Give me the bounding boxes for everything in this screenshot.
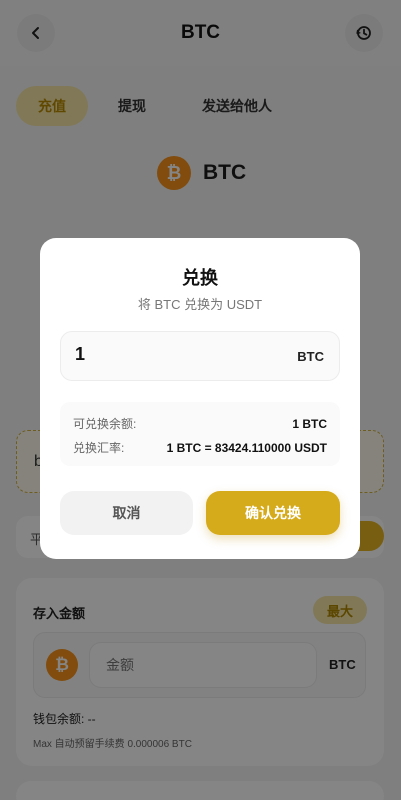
exchange-rate-value: 1 BTC = 83424.110000 USDT xyxy=(166,441,327,455)
available-balance-value: 1 BTC xyxy=(292,417,327,431)
exchange-modal: 兑换 将 BTC 兑换为 USDT 1 BTC 可兑换余额: 1 BTC 兑换汇… xyxy=(40,238,360,559)
cancel-button[interactable]: 取消 xyxy=(60,491,193,535)
exchange-rate-label: 兑换汇率: xyxy=(73,441,125,455)
available-balance-label: 可兑换余额: xyxy=(73,417,137,431)
confirm-exchange-button[interactable]: 确认兑换 xyxy=(206,491,340,535)
modal-subtitle: 将 BTC 兑换为 USDT xyxy=(137,297,263,312)
exchange-amount-unit: BTC xyxy=(297,349,324,364)
exchange-details: 可兑换余额: 1 BTC 兑换汇率: 1 BTC = 83424.110000 … xyxy=(60,402,340,466)
modal-title: 兑换 xyxy=(182,268,218,288)
exchange-amount-field[interactable]: 1 BTC xyxy=(60,331,340,381)
exchange-amount-value: 1 xyxy=(75,344,86,364)
